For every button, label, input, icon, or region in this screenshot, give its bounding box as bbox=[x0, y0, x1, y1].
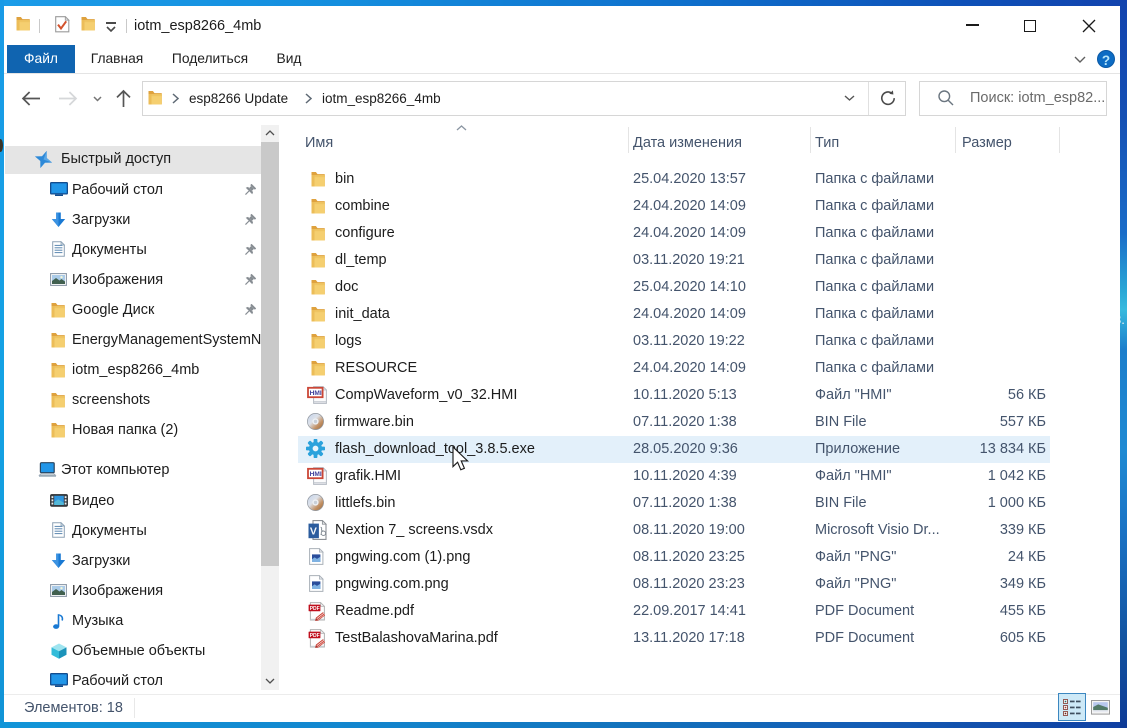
svg-text:HMI: HMI bbox=[310, 471, 322, 478]
svg-text:V: V bbox=[310, 525, 317, 537]
svg-text:HMI: HMI bbox=[310, 390, 322, 397]
svg-text:PDF: PDF bbox=[310, 606, 320, 612]
svg-text:PDF: PDF bbox=[310, 633, 320, 639]
